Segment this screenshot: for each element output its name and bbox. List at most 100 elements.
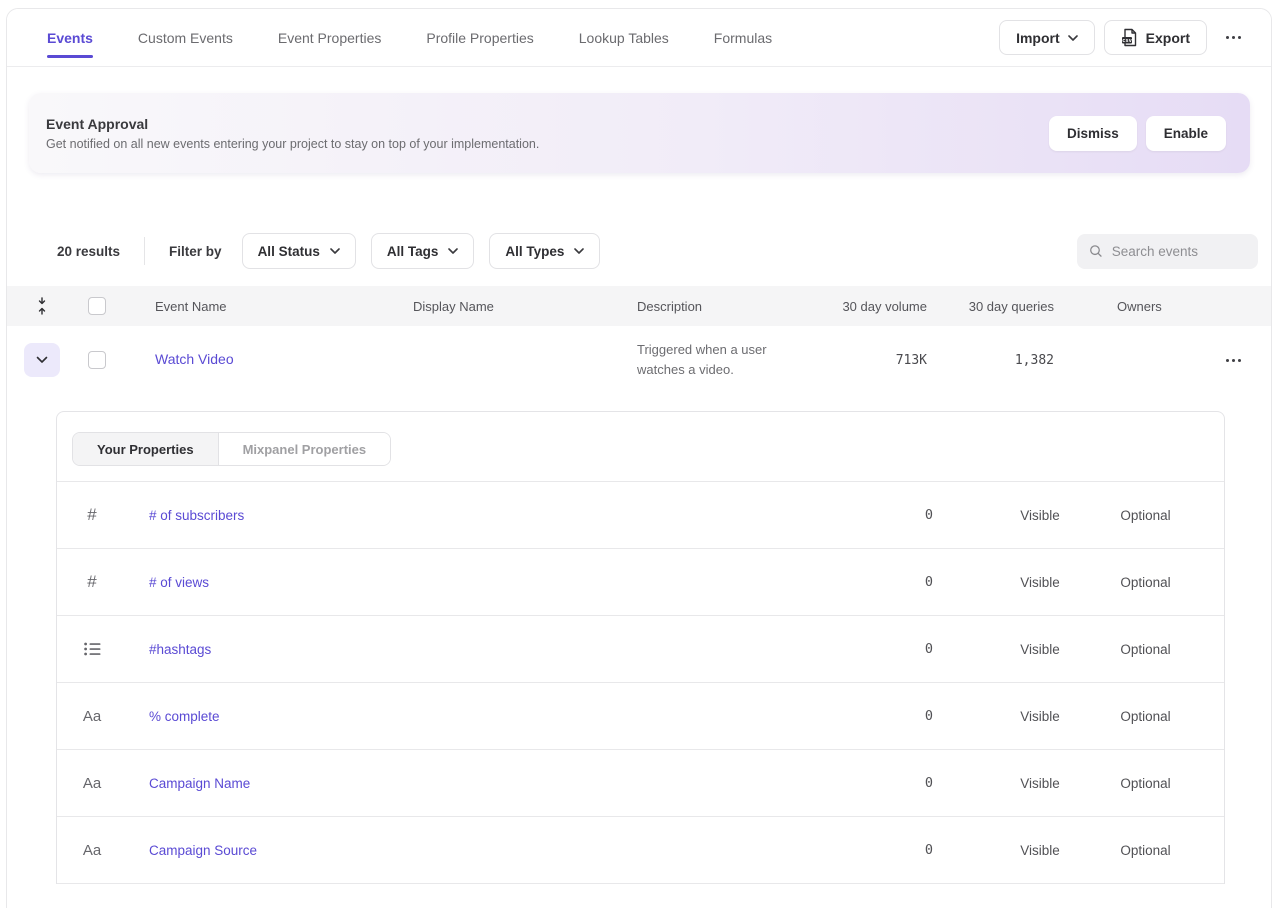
export-button-label: Export bbox=[1146, 30, 1190, 46]
property-type-icon bbox=[84, 642, 101, 656]
event-name-link[interactable]: Watch Video bbox=[155, 351, 234, 367]
property-name-link[interactable]: # of views bbox=[127, 575, 763, 590]
export-button[interactable]: csv Export bbox=[1104, 20, 1207, 55]
property-query-count: 0 bbox=[763, 775, 963, 791]
property-visibility: Visible bbox=[963, 575, 1117, 590]
search-events-box bbox=[1077, 234, 1258, 269]
nav-tabs: Events Custom Events Event Properties Pr… bbox=[47, 9, 772, 66]
list-icon bbox=[84, 642, 101, 656]
chevron-down-icon bbox=[330, 248, 340, 254]
event-properties-panel: Your Properties Mixpanel Properties # # … bbox=[56, 411, 1225, 884]
row-more-options-button[interactable] bbox=[1216, 353, 1251, 368]
property-type-icon: # bbox=[87, 505, 96, 525]
banner-title: Event Approval bbox=[46, 116, 539, 132]
property-name-link[interactable]: #hashtags bbox=[127, 642, 763, 657]
csv-file-icon: csv bbox=[1121, 28, 1138, 47]
property-status: Optional bbox=[1117, 508, 1224, 523]
column-owners: Owners bbox=[1054, 299, 1193, 314]
property-type-icon: Aa bbox=[83, 708, 101, 725]
property-status: Optional bbox=[1117, 575, 1224, 590]
property-row: # # of subscribers 0 Visible Optional bbox=[57, 482, 1224, 549]
nav-tab[interactable]: Lookup Tables bbox=[579, 9, 669, 66]
more-options-button[interactable] bbox=[1216, 30, 1251, 45]
properties-tab-switcher: Your Properties Mixpanel Properties bbox=[72, 432, 391, 466]
property-type-icon: Aa bbox=[83, 775, 101, 792]
chevron-down-icon bbox=[574, 248, 584, 254]
property-visibility: Visible bbox=[963, 776, 1117, 791]
select-all-checkbox[interactable] bbox=[88, 297, 106, 315]
column-30-day-volume: 30 day volume bbox=[827, 299, 927, 314]
property-row: #hashtags 0 Visible Optional bbox=[57, 616, 1224, 683]
types-filter-label: All Types bbox=[505, 244, 564, 259]
property-type-icon: # bbox=[87, 572, 96, 592]
tags-filter-label: All Tags bbox=[387, 244, 439, 259]
tags-filter-dropdown[interactable]: All Tags bbox=[371, 233, 475, 269]
event-approval-banner: Event Approval Get notified on all new e… bbox=[29, 93, 1250, 173]
divider bbox=[144, 237, 145, 265]
column-display-name: Display Name bbox=[413, 299, 637, 314]
status-filter-dropdown[interactable]: All Status bbox=[242, 233, 356, 269]
import-button[interactable]: Import bbox=[999, 20, 1095, 55]
property-visibility: Visible bbox=[963, 709, 1117, 724]
property-status: Optional bbox=[1117, 776, 1224, 791]
chevron-down-icon bbox=[36, 356, 48, 364]
lexicon-page: Events Custom Events Event Properties Pr… bbox=[6, 8, 1272, 908]
property-query-count: 0 bbox=[763, 641, 963, 657]
property-type-icon: Aa bbox=[83, 842, 101, 859]
nav-tab[interactable]: Event Properties bbox=[278, 9, 382, 66]
property-status: Optional bbox=[1117, 642, 1224, 657]
types-filter-dropdown[interactable]: All Types bbox=[489, 233, 600, 269]
ellipsis-icon bbox=[1226, 36, 1241, 39]
filter-by-label: Filter by bbox=[169, 244, 222, 259]
chevron-down-icon bbox=[448, 248, 458, 254]
property-visibility: Visible bbox=[963, 642, 1117, 657]
property-visibility: Visible bbox=[963, 843, 1117, 858]
banner-text: Event Approval Get notified on all new e… bbox=[46, 116, 539, 151]
nav-tab[interactable]: Profile Properties bbox=[426, 9, 533, 66]
results-count: 20 results bbox=[57, 244, 120, 259]
filter-bar: 20 results Filter by All Status All Tags… bbox=[57, 233, 1258, 269]
column-event-name: Event Name bbox=[155, 299, 413, 314]
collapse-row-button[interactable] bbox=[24, 343, 60, 377]
properties-tab[interactable]: Mixpanel Properties bbox=[218, 433, 391, 465]
property-query-count: 0 bbox=[763, 708, 963, 724]
property-row: Aa Campaign Source 0 Visible Optional bbox=[57, 817, 1224, 884]
import-button-label: Import bbox=[1016, 30, 1060, 46]
column-30-day-queries: 30 day queries bbox=[927, 299, 1054, 314]
event-30-day-queries: 1,382 bbox=[927, 353, 1054, 368]
property-status: Optional bbox=[1117, 843, 1224, 858]
nav-tab[interactable]: Formulas bbox=[714, 9, 772, 66]
property-status: Optional bbox=[1117, 709, 1224, 724]
column-description: Description bbox=[637, 299, 827, 314]
event-30-day-volume: 713K bbox=[827, 353, 927, 368]
collapse-rows-icon bbox=[36, 297, 48, 315]
nav-actions: Import csv Export bbox=[999, 20, 1251, 55]
property-query-count: 0 bbox=[763, 574, 963, 590]
banner-actions: Dismiss Enable bbox=[1049, 116, 1226, 151]
enable-button[interactable]: Enable bbox=[1146, 116, 1226, 151]
top-navbar: Events Custom Events Event Properties Pr… bbox=[7, 9, 1271, 67]
nav-tab[interactable]: Events bbox=[47, 9, 93, 66]
panel-tabs-area: Your Properties Mixpanel Properties bbox=[57, 412, 1224, 482]
property-visibility: Visible bbox=[963, 508, 1117, 523]
property-name-link[interactable]: Campaign Source bbox=[127, 843, 763, 858]
property-row: Aa Campaign Name 0 Visible Optional bbox=[57, 750, 1224, 817]
property-rows: # # of subscribers 0 Visible Optional # … bbox=[57, 482, 1224, 884]
properties-tab[interactable]: Your Properties bbox=[73, 433, 218, 465]
property-query-count: 0 bbox=[763, 842, 963, 858]
property-row: # # of views 0 Visible Optional bbox=[57, 549, 1224, 616]
property-name-link[interactable]: # of subscribers bbox=[127, 508, 763, 523]
events-table-header: Event Name Display Name Description 30 d… bbox=[7, 286, 1271, 326]
property-name-link[interactable]: % complete bbox=[127, 709, 763, 724]
property-name-link[interactable]: Campaign Name bbox=[127, 776, 763, 791]
collapse-all-button[interactable] bbox=[36, 297, 48, 315]
event-table-row: Watch Video Triggered when a user watche… bbox=[7, 326, 1271, 394]
nav-tab[interactable]: Custom Events bbox=[138, 9, 233, 66]
search-events-input[interactable] bbox=[1112, 244, 1246, 259]
search-icon bbox=[1089, 243, 1103, 259]
row-checkbox[interactable] bbox=[88, 351, 106, 369]
property-query-count: 0 bbox=[763, 507, 963, 523]
dismiss-button[interactable]: Dismiss bbox=[1049, 116, 1137, 151]
ellipsis-icon bbox=[1226, 359, 1241, 362]
event-description: Triggered when a user watches a video. bbox=[637, 340, 809, 380]
